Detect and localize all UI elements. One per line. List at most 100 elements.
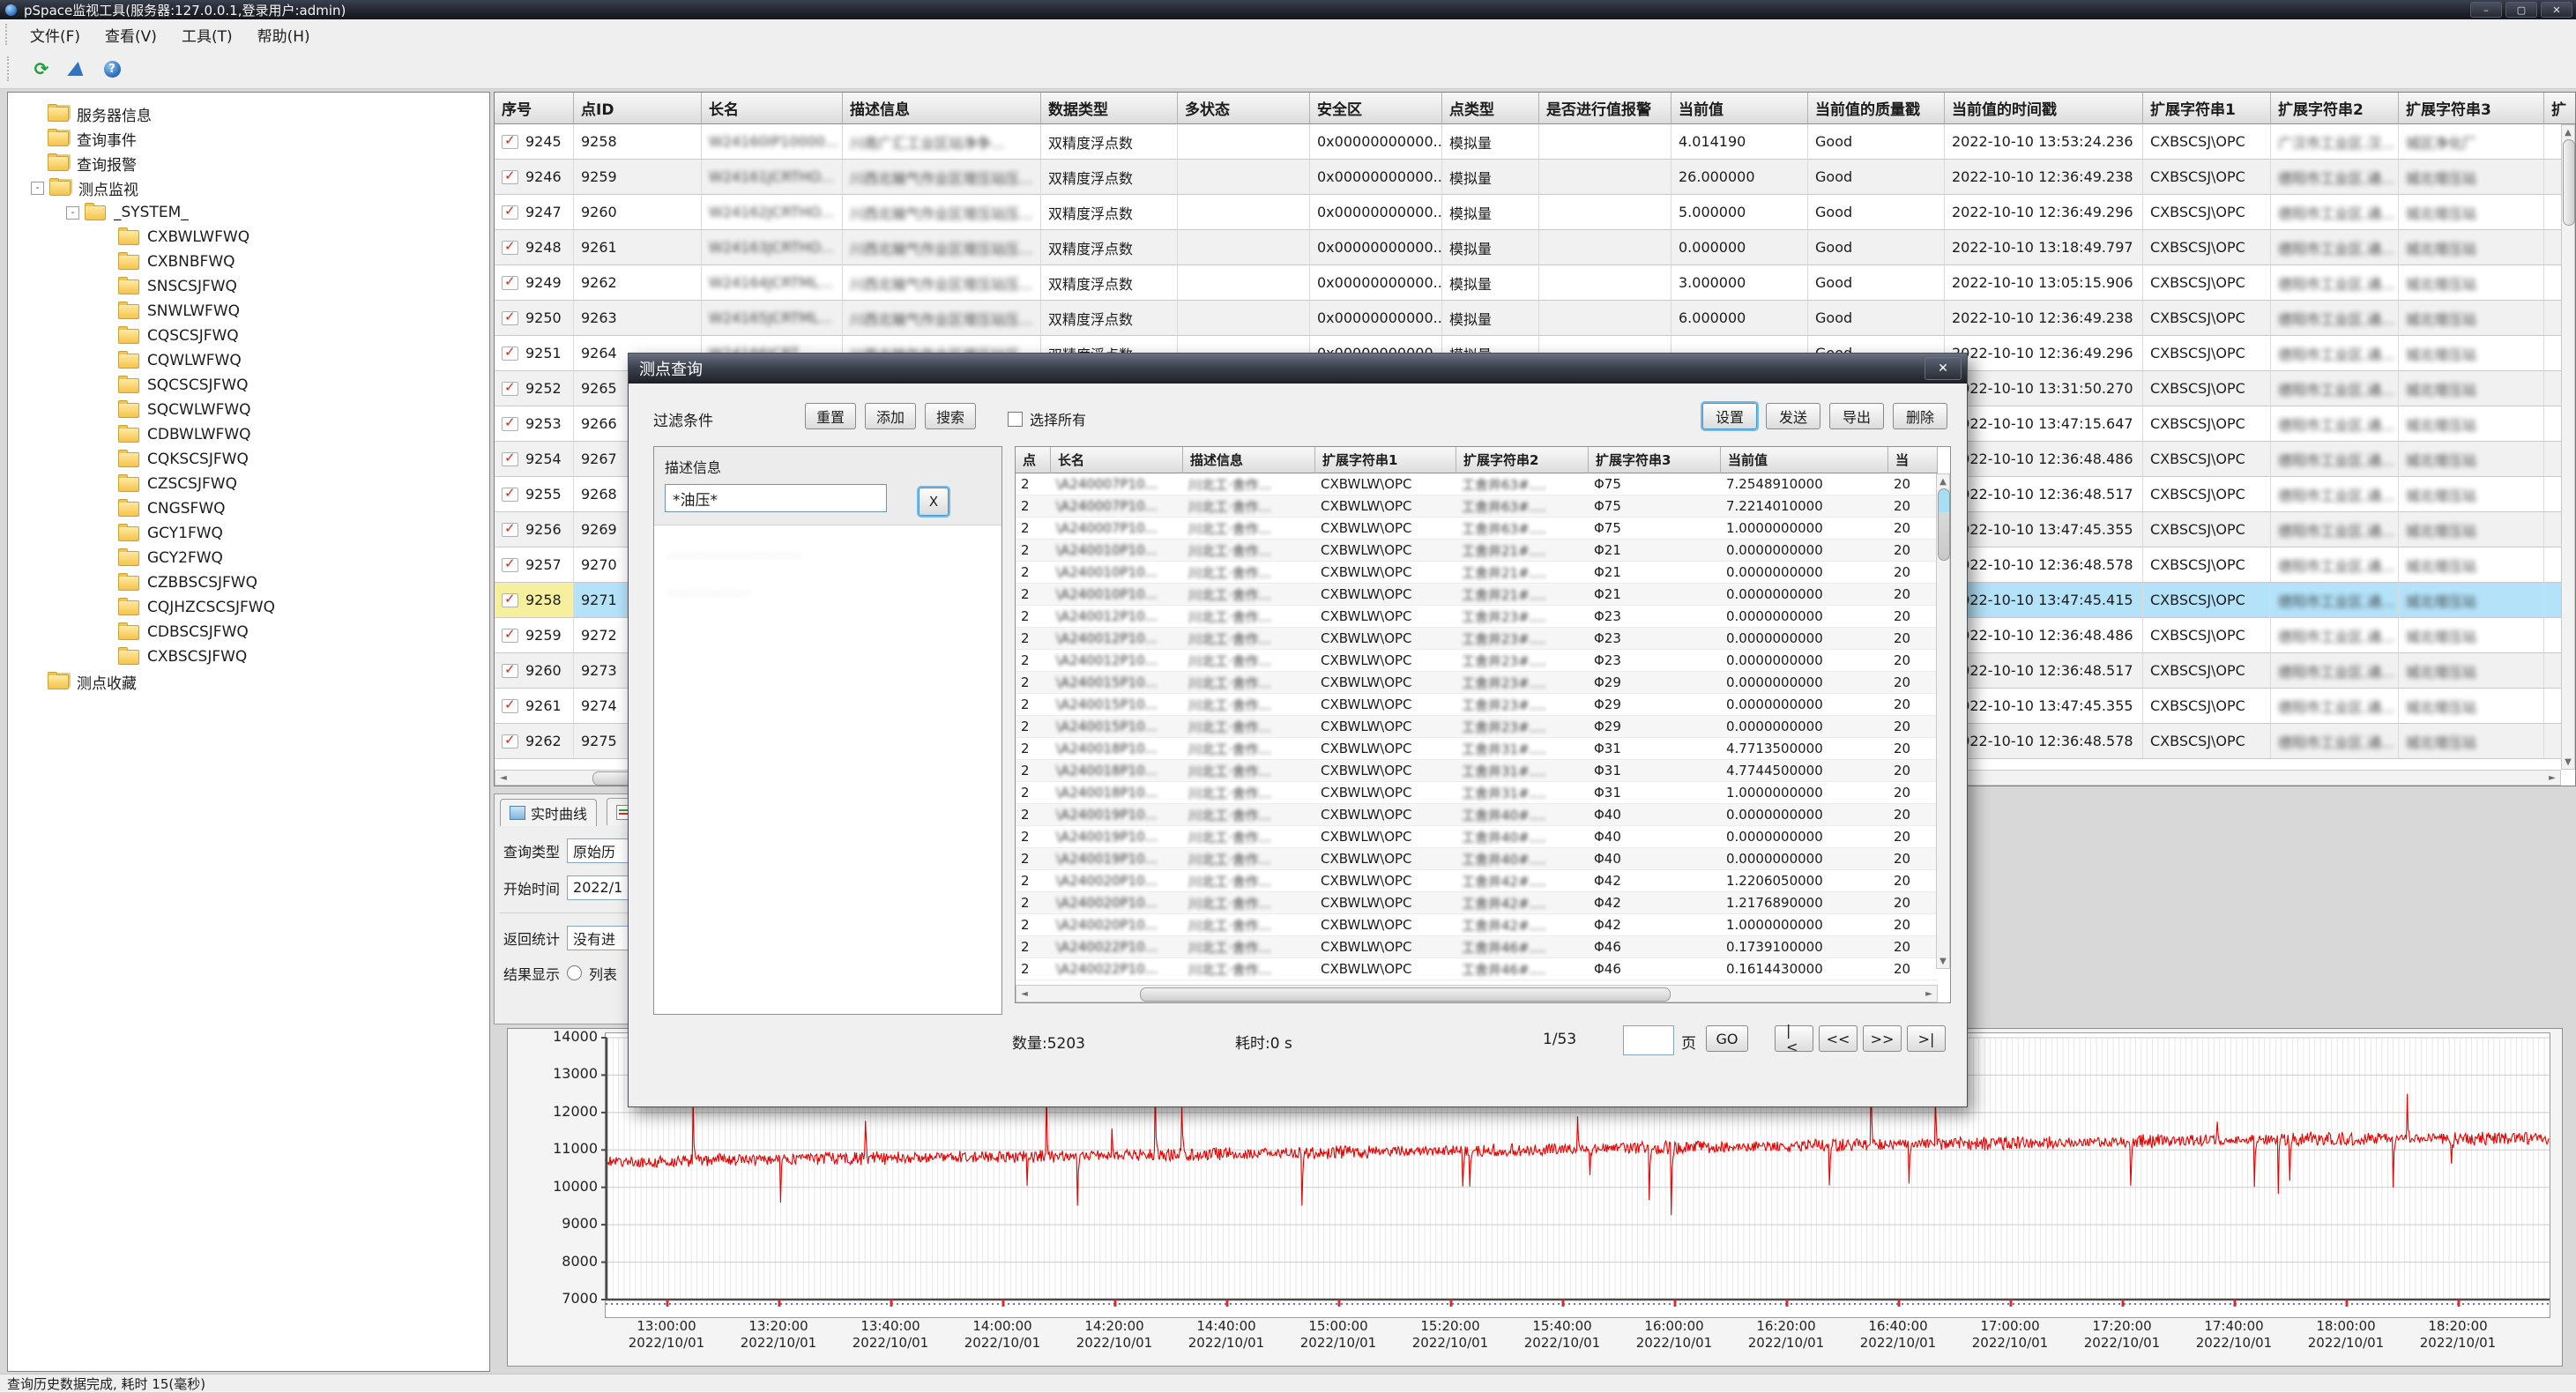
results-row[interactable]: 2\A240022P10...川北工·舍作...CXBWLW\OPC工舍井46#… [1016, 936, 1950, 958]
dialog-close-icon[interactable]: ✕ [1925, 357, 1962, 380]
sidebar-item-测点收藏[interactable]: 测点收藏 [8, 669, 489, 694]
results-row[interactable]: 2\A240015P10...川北工·舍作...CXBWLW\OPC工舍井23#… [1016, 694, 1950, 716]
results-row[interactable]: 2\A240019P10...川北工·舍作...CXBWLW\OPC工舍井40#… [1016, 848, 1950, 870]
results-row[interactable]: 2\A240010P10...川北工·舍作...CXBWLW\OPC工舍井21#… [1016, 562, 1950, 584]
results-vscrollbar[interactable]: ▲ ▼ [1936, 473, 1950, 969]
results-row[interactable]: 2\A240020P10...川北工·舍作...CXBWLW\OPC工舍井42#… [1016, 870, 1950, 892]
dialog-button-删除[interactable]: 删除 [1893, 403, 1947, 429]
table-row[interactable]: 92469259W24161JCRTHO...川西北输气作业区增压站压...双精… [495, 160, 2575, 195]
sidebar-item-CQWLWFWQ[interactable]: CQWLWFWQ [8, 348, 489, 373]
results-column-扩展字符串1[interactable]: 扩展字符串1 [1315, 447, 1456, 473]
curve-icon[interactable] [65, 57, 88, 80]
results-row[interactable]: 2\A240007P10...川北工·舍作...CXBWLW\OPC工舍井63#… [1016, 518, 1950, 540]
dialog-button-重置[interactable]: 重置 [805, 403, 856, 429]
dialog-button-发送[interactable]: 发送 [1766, 403, 1820, 429]
results-row[interactable]: 2\A240012P10...川北工·舍作...CXBWLW\OPC工舍井23#… [1016, 650, 1950, 672]
column-header-当前值的质量戳[interactable]: 当前值的质量戳 [1808, 93, 1945, 124]
sidebar-item-查询报警[interactable]: 查询报警 [8, 151, 489, 175]
table-row[interactable]: 92499262W24164JCRTML...川西北输气作业区增压站压...双精… [495, 265, 2575, 301]
sidebar-item-CNGSFWQ[interactable]: CNGSFWQ [8, 496, 489, 521]
sidebar-item-测点监视[interactable]: -测点监视 [8, 175, 489, 200]
help-icon[interactable]: ? [101, 57, 123, 80]
results-row[interactable]: 2\A240012P10...川北工·舍作...CXBWLW\OPC工舍井23#… [1016, 606, 1950, 628]
tree-expander-icon[interactable]: - [31, 182, 44, 195]
sidebar-item-CXBSCSJFWQ[interactable]: CXBSCSJFWQ [8, 644, 489, 669]
results-row[interactable]: 2\A240015P10...川北工·舍作...CXBWLW\OPC工舍井23#… [1016, 716, 1950, 738]
dialog-button-设置[interactable]: 设置 [1702, 403, 1757, 429]
sidebar-item-查询事件[interactable]: 查询事件 [8, 126, 489, 151]
menu-item[interactable]: 工具(T) [169, 19, 245, 49]
menu-item[interactable]: 文件(F) [18, 19, 93, 49]
results-hscrollbar[interactable]: ◄ ► [1016, 985, 1938, 1002]
column-header-多状态[interactable]: 多状态 [1178, 93, 1310, 124]
results-row[interactable]: 2\A240010P10...川北工·舍作...CXBWLW\OPC工舍井21#… [1016, 584, 1950, 606]
column-header-数据类型[interactable]: 数据类型 [1041, 93, 1178, 124]
go-button[interactable]: GO [1706, 1025, 1748, 1052]
column-header-点ID[interactable]: 点ID [574, 93, 702, 124]
pager-button[interactable]: |< [1775, 1025, 1813, 1052]
pager-button[interactable]: >> [1863, 1025, 1902, 1052]
sidebar-item-服务器信息[interactable]: 服务器信息 [8, 101, 489, 126]
results-row[interactable]: 2\A240020P10...川北工·舍作...CXBWLW\OPC工舍井42#… [1016, 892, 1950, 914]
column-header-扩展字符串2[interactable]: 扩展字符串2 [2271, 93, 2399, 124]
results-column-当[interactable]: 当 [1888, 447, 1938, 473]
results-column-长名[interactable]: 长名 [1051, 447, 1183, 473]
refresh-icon[interactable]: ⟳ [30, 57, 53, 80]
column-header-当前值[interactable]: 当前值 [1671, 93, 1808, 124]
column-header-扩[interactable]: 扩 [2544, 93, 2576, 124]
sidebar-item-CZSCSJFWQ[interactable]: CZSCSJFWQ [8, 472, 489, 496]
sidebar-item-SNWLWFWQ[interactable]: SNWLWFWQ [8, 299, 489, 324]
results-row[interactable]: 2\A240018P10...川北工·舍作...CXBWLW\OPC工舍井31#… [1016, 738, 1950, 760]
dialog-button-添加[interactable]: 添加 [865, 403, 916, 429]
filter-clear-button[interactable]: X [919, 488, 949, 516]
column-header-当前值的时间戳[interactable]: 当前值的时间戳 [1945, 93, 2143, 124]
pager-button[interactable]: >| [1907, 1025, 1946, 1052]
column-header-点类型[interactable]: 点类型 [1442, 93, 1539, 124]
maximize-button[interactable]: ▢ [2505, 2, 2537, 18]
dialog-button-导出[interactable]: 导出 [1829, 403, 1884, 429]
sidebar-item-CDBSCSJFWQ[interactable]: CDBSCSJFWQ [8, 620, 489, 644]
tab-realtime-curve[interactable]: 实时曲线 [500, 799, 597, 826]
results-row[interactable]: 2\A240007P10...川北工·舍作...CXBWLW\OPC工舍井63#… [1016, 495, 1950, 518]
column-header-序号[interactable]: 序号 [495, 93, 574, 124]
grid-vscrollbar[interactable]: ▲ ▼ [2561, 124, 2575, 770]
results-row[interactable]: 2\A240022P10...川北工·舍作...CXBWLW\OPC工舍井46#… [1016, 958, 1950, 980]
column-header-是否进行值报警[interactable]: 是否进行值报警 [1539, 93, 1671, 124]
results-row[interactable]: 2\A240010P10...川北工·舍作...CXBWLW\OPC工舍井21#… [1016, 540, 1950, 562]
page-input[interactable] [1623, 1025, 1674, 1055]
results-column-当前值[interactable]: 当前值 [1721, 447, 1888, 473]
column-header-扩展字符串3[interactable]: 扩展字符串3 [2399, 93, 2544, 124]
column-header-安全区[interactable]: 安全区 [1310, 93, 1442, 124]
results-row[interactable]: 2\A240020P10...川北工·舍作...CXBWLW\OPC工舍井42#… [1016, 914, 1950, 936]
table-row[interactable]: 92509263W24165JCRTML...川西北输气作业区增压站压...双精… [495, 301, 2575, 336]
table-row[interactable]: 92489261W24163JCRTHO...川西北输气作业区增压站压...双精… [495, 230, 2575, 265]
sidebar-item-CQJHZCSCSJFWQ[interactable]: CQJHZCSCSJFWQ [8, 595, 489, 620]
column-header-扩展字符串1[interactable]: 扩展字符串1 [2143, 93, 2271, 124]
sidebar-item-CXBWLWFWQ[interactable]: CXBWLWFWQ [8, 225, 489, 250]
results-row[interactable]: 2\A240018P10...川北工·舍作...CXBWLW\OPC工舍井31#… [1016, 760, 1950, 782]
results-row[interactable]: 2\A240015P10...川北工·舍作...CXBWLW\OPC工舍井23#… [1016, 672, 1950, 694]
menu-item[interactable]: 查看(V) [93, 19, 169, 49]
close-button[interactable]: ✕ [2541, 2, 2572, 18]
select-all-checkbox[interactable] [1008, 412, 1023, 427]
table-row[interactable]: 92479260W24162JCRTHO...川西北输气作业区增压站压...双精… [495, 195, 2575, 230]
sidebar-item-CZBBSCSJFWQ[interactable]: CZBBSCSJFWQ [8, 570, 489, 595]
results-row[interactable]: 2\A240018P10...川北工·舍作...CXBWLW\OPC工舍井31#… [1016, 782, 1950, 804]
results-column-扩展字符串3[interactable]: 扩展字符串3 [1589, 447, 1721, 473]
pager-button[interactable]: << [1819, 1025, 1858, 1052]
result-list-radio[interactable] [567, 965, 582, 980]
sidebar-item-SQCWLWFWQ[interactable]: SQCWLWFWQ [8, 398, 489, 422]
results-row[interactable]: 2\A240012P10...川北工·舍作...CXBWLW\OPC工舍井23#… [1016, 628, 1950, 650]
tree-expander-icon[interactable]: - [66, 206, 79, 220]
sidebar-item-SNSCSJFWQ[interactable]: SNSCSJFWQ [8, 274, 489, 299]
minimize-button[interactable]: – [2470, 2, 2502, 18]
sidebar-item-_SYSTEM_[interactable]: -_SYSTEM_ [8, 200, 489, 225]
sidebar-item-GCY2FWQ[interactable]: GCY2FWQ [8, 546, 489, 570]
sidebar-item-CQSCSJFWQ[interactable]: CQSCSJFWQ [8, 324, 489, 348]
sidebar-item-CXBNBFWQ[interactable]: CXBNBFWQ [8, 250, 489, 274]
dialog-button-搜索[interactable]: 搜索 [925, 403, 976, 429]
sidebar-item-GCY1FWQ[interactable]: GCY1FWQ [8, 521, 489, 546]
column-header-描述信息[interactable]: 描述信息 [843, 93, 1041, 124]
results-row[interactable]: 2\A240007P10...川北工·舍作...CXBWLW\OPC工舍井63#… [1016, 473, 1950, 495]
sidebar-item-SQCSCSJFWQ[interactable]: SQCSCSJFWQ [8, 373, 489, 398]
